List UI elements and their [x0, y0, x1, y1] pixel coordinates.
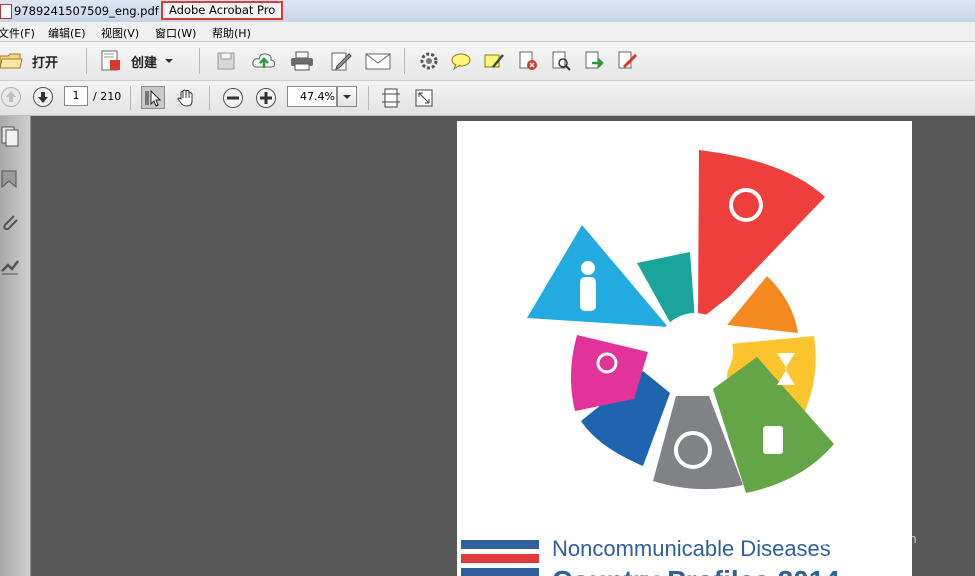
previous-page-button[interactable]	[0, 86, 22, 108]
pdf-document-icon	[0, 4, 12, 19]
next-page-button[interactable]	[32, 86, 54, 108]
highlight-pen-icon	[484, 54, 504, 68]
window-title-app: Adobe Acrobat Pro	[161, 1, 284, 20]
page-number-input[interactable]: 1	[64, 86, 88, 106]
bookmarks-button[interactable]	[0, 169, 22, 191]
toolbar-separator	[86, 48, 87, 74]
plus-circle-icon	[255, 87, 276, 108]
hand-icon	[177, 89, 193, 107]
signatures-button[interactable]	[0, 255, 22, 277]
zoom-dropdown-button[interactable]	[337, 86, 357, 107]
folder-icon	[0, 53, 23, 69]
title-bar: 9789241507509_eng.pdf Adobe Acrobat Pro	[0, 0, 975, 22]
watermark-brand: Baidu	[748, 492, 832, 525]
save-icon	[217, 52, 235, 70]
toolbar-separator	[130, 86, 131, 110]
chevron-down-icon	[165, 59, 174, 63]
zoom-out-button[interactable]	[221, 86, 244, 109]
menu-window[interactable]: 窗口(W)	[155, 25, 196, 41]
cover-subtitle: Country Profiles 2014	[552, 565, 840, 576]
page-thumbnails-button[interactable]	[0, 126, 22, 148]
zoom-in-button[interactable]	[254, 86, 277, 109]
envelope-icon	[365, 53, 391, 70]
print-button[interactable]	[289, 50, 315, 72]
menu-view[interactable]: 视图(V)	[101, 25, 139, 41]
expand-icon	[415, 89, 433, 106]
main-toolbar: 打开 创建	[0, 42, 975, 81]
pdf-page: Noncommunicable Diseases Country Profile…	[457, 121, 912, 576]
toolbar-separator	[199, 48, 200, 74]
menu-help[interactable]: 帮助(H)	[212, 25, 251, 41]
highlight-button[interactable]	[482, 50, 506, 72]
pages-icon	[1, 126, 19, 147]
menu-bar: 文件(F) 编辑(E) 视图(V) 窗口(W) 帮助(H)	[0, 22, 975, 42]
gear-icon	[420, 52, 438, 70]
menu-file[interactable]: 文件(F)	[0, 25, 35, 41]
cloud-upload-icon	[252, 53, 276, 68]
ncd-cover-graphic	[527, 150, 834, 493]
paperclip-icon	[3, 215, 18, 231]
fit-page-button[interactable]	[380, 86, 402, 109]
select-cursor-icon	[145, 89, 162, 107]
email-button[interactable]	[364, 50, 392, 72]
document-sign-icon	[618, 51, 638, 69]
open-label: 打开	[32, 55, 59, 71]
create-label: 创建	[131, 55, 158, 71]
document-search-icon	[552, 51, 571, 71]
select-tool-button[interactable]	[141, 86, 165, 109]
edit-button[interactable]	[328, 50, 354, 72]
settings-button[interactable]	[417, 50, 441, 72]
comment-button[interactable]	[449, 50, 473, 72]
zoom-level-input[interactable]: 47.4%	[287, 86, 337, 107]
window-title-file: 9789241507509_eng.pdf	[14, 4, 159, 18]
export-button[interactable]	[582, 50, 606, 72]
edit-document-icon	[331, 52, 352, 71]
attachments-button[interactable]	[0, 212, 22, 234]
flag-stripe-blue	[461, 540, 539, 549]
toolbar-separator	[368, 86, 369, 110]
navigation-pane	[0, 116, 31, 576]
sign-button[interactable]	[615, 50, 639, 72]
flag-stripe-blue	[461, 568, 539, 576]
create-button[interactable]: 创建	[100, 50, 175, 72]
cover-title: Noncommunicable Diseases	[552, 536, 831, 561]
flag-stripe-red	[461, 554, 539, 563]
arrow-up-icon	[1, 87, 21, 107]
page-total-label: / 210	[93, 90, 122, 103]
menu-edit[interactable]: 编辑(E)	[48, 25, 86, 41]
comment-bubble-icon	[451, 53, 471, 71]
remove-button[interactable]	[516, 50, 540, 72]
toolbar-separator	[404, 48, 405, 74]
fit-page-icon	[382, 88, 400, 107]
bookmark-icon	[1, 170, 17, 189]
minus-circle-icon	[222, 87, 243, 108]
upload-button[interactable]	[251, 50, 277, 72]
arrow-down-icon	[33, 87, 53, 107]
open-button[interactable]: 打开	[0, 50, 58, 72]
signature-pen-icon	[1, 260, 19, 275]
create-pdf-icon	[101, 50, 120, 71]
document-export-icon	[585, 51, 604, 69]
printer-icon	[291, 51, 313, 71]
document-delete-icon	[519, 51, 537, 70]
hand-tool-button[interactable]	[174, 86, 198, 109]
save-button[interactable]	[214, 50, 238, 72]
watermark-brand-cn: 经验	[855, 503, 903, 531]
search-document-button[interactable]	[549, 50, 573, 72]
watermark-url: jingyan.baidu.com	[806, 532, 917, 546]
chevron-down-icon	[343, 94, 351, 99]
full-screen-button[interactable]	[413, 86, 435, 109]
toolbar-separator	[209, 86, 210, 110]
